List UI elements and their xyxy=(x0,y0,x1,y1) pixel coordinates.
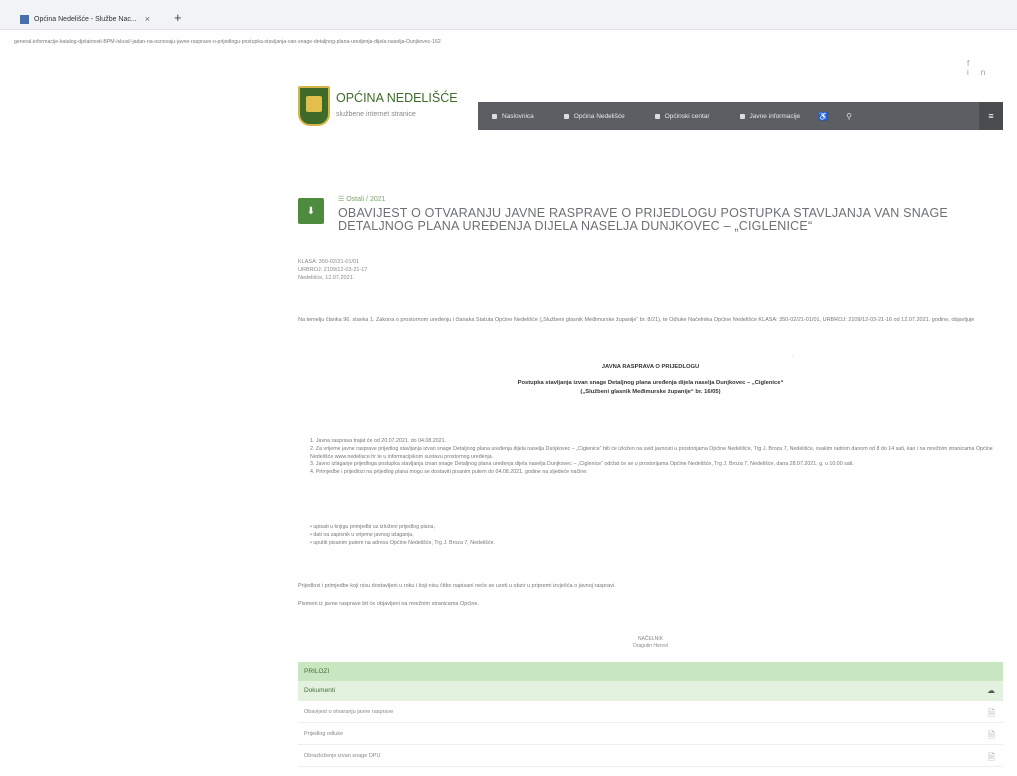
download-icon[interactable]: ⬇ xyxy=(298,198,324,224)
home-icon xyxy=(492,113,497,119)
document-icon[interactable]: 🗎 xyxy=(988,750,995,766)
bullet-item: • dati na zapisnik u vrijeme javnog izla… xyxy=(310,531,414,538)
new-tab-button[interactable]: + xyxy=(174,10,182,25)
attachment-row[interactable]: Prijedlog odluke 🗎 xyxy=(298,723,1003,745)
meta-urbroj: URBROJ: 2109/12-03-21-17 xyxy=(298,267,368,273)
nav-label: Općina Nedelišće xyxy=(573,112,625,120)
numbered-list: 1. Javna rasprava trajat će od 20.07.202… xyxy=(310,438,1003,477)
accessibility-icon[interactable]: ♿ xyxy=(818,112,828,121)
browser-tab[interactable]: Općina Nedelišće - Službe Nac... × xyxy=(20,11,150,27)
article-meta: KLASA: 350-02/21-01/01 URBROJ: 2109/12-0… xyxy=(298,258,367,282)
document-icon[interactable]: 🗎 xyxy=(988,706,995,722)
note-paragraph: Prijedlozi i primjedbe koji nisu dostavl… xyxy=(298,583,616,589)
nav-label: Naslovnica xyxy=(502,112,534,120)
meta-date: Nedelišće, 12.07.2021. xyxy=(298,275,355,281)
building-icon xyxy=(654,113,660,119)
nav-item-opcina[interactable]: Općina Nedelišće xyxy=(563,112,625,120)
favicon-icon xyxy=(20,14,29,24)
browser-tabbar: Općina Nedelišće - Službe Nac... × + xyxy=(0,0,1017,30)
attachment-name[interactable]: Obavijest o otvaranju javne rasprave xyxy=(304,709,393,715)
list-item: 2. Za vrijeme javne rasprave prijedlog s… xyxy=(310,445,993,460)
bullet-item: • uputiti pisanim putem na adresu Općine… xyxy=(310,539,495,546)
group-label: Dokumenti xyxy=(304,687,336,694)
attachments-panel: PRILOZI Dokumenti ☁ Obavijest o otvaranj… xyxy=(298,662,1003,767)
article-category[interactable]: ☰ Ostali / 2021 xyxy=(338,195,386,203)
nav-item-home[interactable]: Naslovnica xyxy=(492,113,534,120)
site-title[interactable]: OPĆINA NEDELIŠĆE xyxy=(336,91,458,105)
nav-label: Javne informacije xyxy=(749,112,801,120)
site-tagline: službene internet stranice xyxy=(336,111,416,118)
signature: NAČELNIK Dragutin Hervol xyxy=(298,636,1003,650)
tab-close-icon[interactable]: × xyxy=(145,14,150,24)
attachments-group[interactable]: Dokumenti ☁ xyxy=(298,681,1003,701)
attachment-row[interactable]: Obavijest o otvaranju javne rasprave 🗎 xyxy=(298,701,1003,723)
info-icon xyxy=(563,113,569,119)
nav-item-centar[interactable]: Općinski centar xyxy=(654,112,710,120)
document-icon[interactable]: 🗎 xyxy=(988,728,995,744)
nav-label: Općinski centar xyxy=(664,112,710,120)
globe-icon xyxy=(739,113,745,119)
heading-2: Postupka stavljanja izvan snage Detaljno… xyxy=(517,380,784,386)
main-navbar: Naslovnica Općina Nedelišće Općinski cen… xyxy=(478,102,1003,130)
tick-mark: - xyxy=(792,353,794,359)
tab-title: Općina Nedelišće - Službe Nac... xyxy=(34,15,137,23)
list-item: 3. Javno izlaganje prijedloga postupka s… xyxy=(310,461,854,468)
article-title: OBAVIJEST O OTVARANJU JAVNE RASPRAVE O P… xyxy=(338,206,948,233)
search-icon[interactable]: ⚲ xyxy=(846,112,852,121)
list-item: 4. Primjedbe i prijedlozi na prijedlog p… xyxy=(310,469,588,476)
bullet-list: • upisati u knjigu primjedbi uz izloženi… xyxy=(310,524,495,547)
social-icons[interactable]: f in xyxy=(967,59,1017,77)
attachments-header: PRILOZI xyxy=(298,662,1003,681)
coat-of-arms-logo[interactable] xyxy=(298,86,330,126)
nav-item-javne[interactable]: Javne informacije xyxy=(739,112,801,120)
url-text: general-informacije-katalog-djelatnosti-… xyxy=(14,39,441,45)
signature-name: Dragutin Hervol xyxy=(633,643,668,649)
cloud-download-icon[interactable]: ☁ xyxy=(987,686,995,695)
attachment-name[interactable]: Prijedlog odluke xyxy=(304,731,343,737)
attachment-row[interactable]: Obrazloženje izvan snage DPU 🗎 xyxy=(298,745,1003,767)
bullet-item: • upisati u knjigu primjedbi uz izloženi… xyxy=(310,524,435,530)
heading-1: JAVNA RASPRAVA O PRIJEDLOGU xyxy=(601,364,700,370)
note-paragraph-2: Pismeni iz javne rasprave bit će objavlj… xyxy=(298,601,479,607)
attachment-name[interactable]: Obrazloženje izvan snage DPU xyxy=(304,753,380,759)
list-item: 1. Javna rasprava trajat će od 20.07.202… xyxy=(310,438,447,444)
intro-paragraph: Na temelju članka 96. stavka 1. Zakona o… xyxy=(298,317,975,323)
signature-role: NAČELNIK xyxy=(637,636,663,642)
meta-klasa: KLASA: 350-02/21-01/01 xyxy=(298,259,360,265)
menu-icon[interactable]: ≡ xyxy=(979,102,1003,130)
heading-3: („Službeni glasnik Međimurske županije“ … xyxy=(580,389,721,395)
